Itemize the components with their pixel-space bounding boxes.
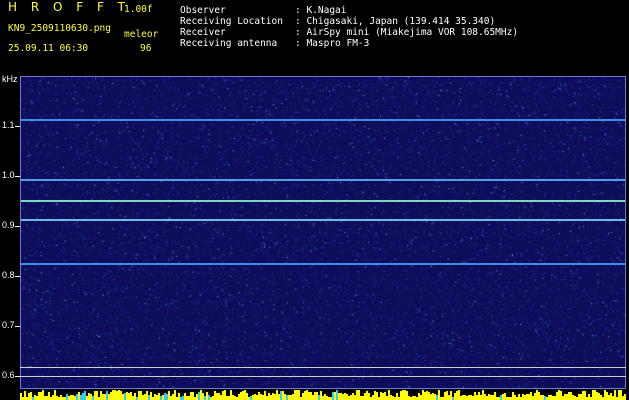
app-brand: H R O F F T: [8, 0, 131, 14]
meter-bar: [624, 394, 626, 400]
signal-level-meter: [20, 389, 626, 400]
y-tick-label: 1.0: [2, 170, 15, 181]
datetime-label: 25.09.11 06:30: [8, 43, 89, 54]
reference-line: [20, 367, 626, 369]
antenna-value: : Maspro FM-3: [295, 38, 370, 49]
antenna-label: Receiving antenna: [180, 38, 278, 49]
spectrogram-plot[interactable]: [20, 76, 626, 389]
hrofft-screen: { "header": { "brand": "H R O F F T", "v…: [0, 0, 629, 400]
spectrogram-noise: [21, 77, 625, 388]
signal-trace: [21, 200, 625, 203]
y-tick-label: 1.1: [2, 120, 15, 131]
count-label: 96: [140, 43, 152, 54]
location-value: : Chigasaki, Japan (139.414 35.340): [295, 16, 496, 27]
signal-trace: [21, 178, 625, 181]
filename-label: KN9_2509110630.png: [8, 23, 111, 34]
y-tick-label: 0.8: [2, 270, 15, 281]
location-label: Receiving Location: [180, 16, 283, 27]
signal-trace: [21, 263, 625, 266]
signal-trace: [21, 118, 625, 121]
y-tick-label: 0.9: [2, 220, 15, 231]
receiver-value: : AirSpy mini (Miakejima VOR 108.65MHz): [295, 27, 519, 38]
reference-line: [20, 376, 626, 378]
y-axis-unit: kHz: [2, 74, 18, 84]
y-tick-label: 0.7: [2, 320, 15, 331]
observer-value: : K.Nagai: [295, 5, 347, 16]
signal-trace: [21, 218, 625, 221]
receiver-label: Receiver: [180, 27, 226, 38]
version-label: 1.00f: [124, 4, 153, 15]
mode-label: meleor: [124, 29, 159, 40]
y-tick-label: 0.6: [2, 370, 15, 381]
observer-label: Observer: [180, 5, 226, 16]
